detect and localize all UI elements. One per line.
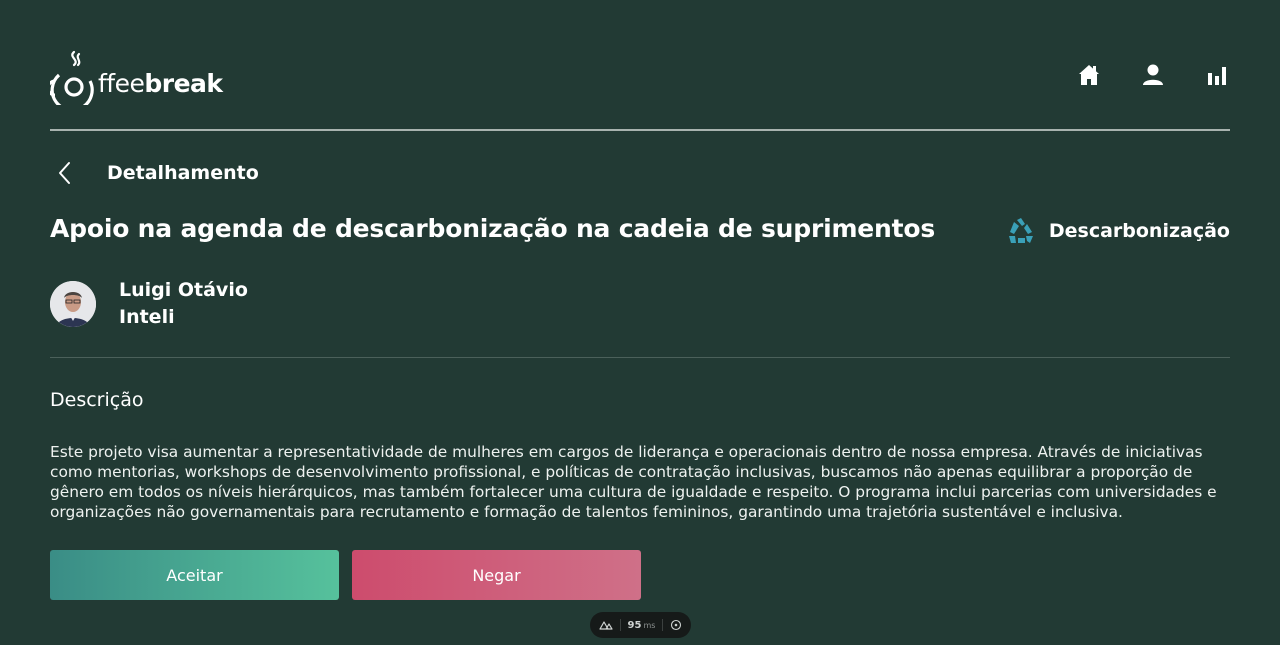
coffee-cup-icon <box>50 50 94 105</box>
coffeebreak-logo[interactable]: ffeebreak <box>50 50 223 105</box>
inspect-icon[interactable] <box>670 619 682 631</box>
header: ffeebreak <box>50 40 1230 110</box>
top-nav <box>1076 62 1230 88</box>
avatar <box>50 281 96 327</box>
accept-button[interactable]: Aceitar <box>50 550 339 600</box>
toolbar-separator <box>662 619 664 631</box>
detail-header: Detalhamento <box>50 155 259 191</box>
section-divider <box>50 357 1230 358</box>
user-icon[interactable] <box>1140 62 1166 88</box>
home-icon[interactable] <box>1076 62 1102 88</box>
recycle-icon <box>1008 218 1033 243</box>
description-text: Este projeto visa aumentar a representat… <box>50 443 1217 521</box>
category-tag: Descarbonização <box>1005 215 1230 247</box>
author-org: Inteli <box>119 306 175 328</box>
back-button[interactable] <box>50 155 80 191</box>
deny-button[interactable]: Negar <box>352 550 641 600</box>
render-time-value: 95 <box>627 619 642 631</box>
author-info: Luigi Otávio Inteli <box>50 279 248 329</box>
header-divider <box>50 129 1230 131</box>
page-title: Detalhamento <box>107 162 259 184</box>
chart-icon[interactable] <box>1204 62 1230 88</box>
render-time-unit: ms <box>643 620 656 630</box>
category-label: Descarbonização <box>1048 220 1230 242</box>
project-title: Apoio na agenda de descarbonização na ca… <box>50 214 936 243</box>
toolbar-separator <box>619 619 621 631</box>
logo-text-bold: break <box>144 69 223 98</box>
description-heading: Descrição <box>50 389 144 411</box>
logo-text-light: ffee <box>98 69 145 98</box>
render-time: 95 ms <box>628 620 656 631</box>
nuxt-logo-icon[interactable] <box>599 620 613 630</box>
dev-toolbar: 95 ms <box>590 612 691 638</box>
author-name: Luigi Otávio <box>119 279 248 301</box>
chevron-left-icon <box>59 162 70 184</box>
